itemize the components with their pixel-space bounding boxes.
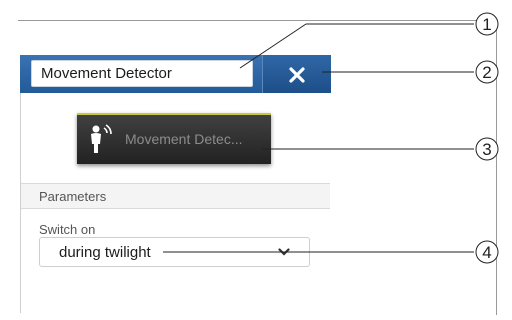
callout-number-1: 1 (482, 15, 491, 34)
callout-number-4: 4 (482, 243, 491, 262)
callout-number-2: 2 (482, 63, 491, 82)
callout-lines: 1 2 3 4 (163, 12, 499, 264)
callout-marker-3: 3 (475, 137, 499, 161)
callout-line-1 (239, 23, 307, 69)
callout-marker-2: 2 (475, 60, 499, 84)
callout-marker-4: 4 (475, 240, 499, 264)
callout-marker-1: 1 (475, 12, 499, 36)
callout-number-3: 3 (482, 140, 491, 159)
